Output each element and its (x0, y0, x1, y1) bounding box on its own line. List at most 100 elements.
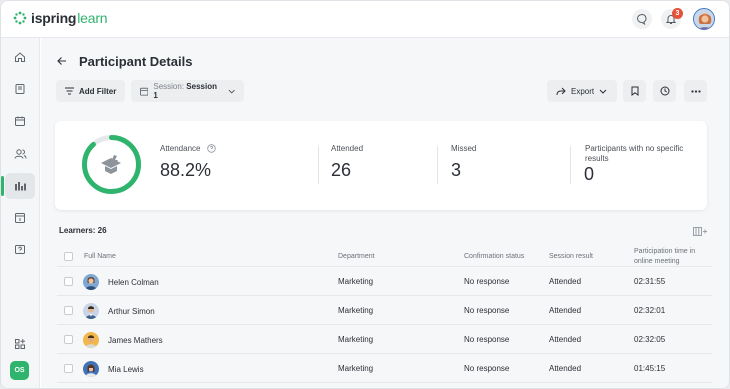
no-results-label-line1: Participants with no specific (585, 144, 684, 153)
sidebar-item-calendar[interactable] (5, 108, 35, 134)
history-button[interactable] (653, 80, 676, 102)
calendar-day-icon (15, 213, 25, 223)
export-button[interactable]: Export (547, 80, 617, 102)
learner-time: 02:32:05 (634, 335, 666, 344)
sidebar-item-reports[interactable] (1, 173, 35, 199)
info-icon[interactable] (207, 144, 216, 153)
chat-button[interactable] (632, 9, 652, 29)
columns-settings-icon[interactable] (693, 227, 707, 236)
row-checkbox[interactable] (64, 306, 73, 315)
top-bar: ispring learn 3 (1, 1, 729, 38)
back-arrow-icon[interactable] (56, 55, 68, 67)
calendar-small-icon (140, 87, 149, 96)
row-divider (57, 295, 712, 296)
row-divider (57, 353, 712, 354)
learner-confirmation: No response (464, 364, 510, 373)
avatar (83, 274, 99, 290)
export-label: Export (571, 86, 595, 96)
learner-name[interactable]: James Mathers (108, 336, 163, 345)
attendance-summary-card: Attendance 88.2% Attended 26 Missed 3 Pa… (55, 121, 707, 210)
more-button[interactable] (684, 80, 707, 102)
learner-result: Attended (549, 364, 582, 373)
help-icon (15, 245, 25, 254)
filter-icon (65, 87, 74, 95)
page-title: Participant Details (79, 54, 193, 69)
no-results-label: Participants with no specific results (585, 144, 683, 164)
home-icon (15, 52, 25, 62)
learner-department: Marketing (338, 335, 374, 344)
sidebar: OS (1, 38, 40, 388)
attendance-donut (82, 135, 141, 194)
divider (318, 146, 319, 184)
attended-label: Attended (331, 144, 364, 153)
bookmark-button[interactable] (623, 80, 646, 102)
column-header-result[interactable]: Session result (549, 252, 593, 262)
avatar (83, 332, 99, 348)
logo-text-part2: learn (77, 10, 108, 26)
attendance-value: 88.2% (160, 160, 212, 180)
learner-department: Marketing (338, 306, 374, 315)
more-horizontal-icon (690, 89, 701, 93)
learner-name[interactable]: Helen Colman (108, 278, 159, 287)
calendar-icon (15, 116, 25, 126)
main-content: Participant Details Add Filter Session: … (41, 38, 729, 388)
app-window: ispring learn 3 OS Participant Details A… (0, 0, 730, 389)
learner-name[interactable]: Mia Lewis (108, 365, 144, 374)
column-header-confirmation[interactable]: Confirmation status (464, 252, 524, 262)
chat-icon (637, 13, 647, 25)
learner-name[interactable]: Arthur Simon (108, 307, 155, 316)
avatar (83, 361, 99, 377)
learner-time: 02:31:55 (634, 277, 666, 286)
row-checkbox[interactable] (64, 277, 73, 286)
apps-add-icon (15, 339, 25, 349)
learner-result: Attended (549, 306, 582, 315)
learner-time: 02:32:01 (634, 306, 666, 315)
column-header-time[interactable]: Participation time in online meeting (634, 247, 695, 267)
learner-result: Attended (549, 335, 582, 344)
sidebar-item-users[interactable] (5, 141, 35, 167)
sidebar-item-events[interactable] (5, 205, 35, 231)
learner-confirmation: No response (464, 306, 510, 315)
session-label: Session: (153, 82, 185, 91)
logo-text: ispring learn (31, 10, 108, 26)
no-results-label-line2: results (585, 154, 609, 163)
column-header-full-name[interactable]: Full Name (84, 252, 116, 262)
user-initials-badge[interactable]: OS (10, 361, 29, 380)
chevron-down-icon (599, 89, 607, 94)
row-divider (57, 324, 712, 325)
row-checkbox[interactable] (64, 335, 73, 344)
learner-department: Marketing (338, 364, 374, 373)
attendance-label: Attendance (160, 144, 216, 153)
logo-text-part1: ispring (31, 10, 77, 26)
learner-result: Attended (549, 277, 582, 286)
avatar (83, 303, 99, 319)
attendance-label-text: Attendance (160, 144, 201, 153)
user-avatar[interactable] (693, 8, 715, 30)
divider (437, 146, 438, 184)
add-filter-button[interactable]: Add Filter (56, 80, 126, 102)
logo[interactable]: ispring learn (13, 10, 108, 26)
logo-mark-icon (13, 11, 27, 25)
user-avatar-image (694, 9, 714, 29)
book-icon (15, 84, 25, 94)
sidebar-item-home[interactable] (5, 44, 35, 70)
column-header-department[interactable]: Department (338, 252, 375, 262)
session-select[interactable]: Session: Session 1 (131, 80, 244, 102)
add-filter-label: Add Filter (79, 86, 117, 96)
column-header-time-line1: Participation time in (634, 248, 696, 255)
learner-confirmation: No response (464, 335, 510, 344)
notification-badge: 3 (672, 8, 683, 19)
users-icon (14, 149, 26, 159)
learner-time: 01:45:15 (634, 364, 666, 373)
header-divider (57, 266, 712, 267)
select-all-checkbox[interactable] (64, 252, 73, 261)
no-results-value: 0 (584, 164, 595, 184)
sidebar-item-apps[interactable] (5, 331, 35, 357)
sidebar-item-courses[interactable] (5, 76, 35, 102)
sidebar-item-help[interactable] (5, 237, 35, 263)
attended-value: 26 (331, 160, 352, 180)
row-divider (57, 382, 712, 383)
clock-icon (660, 86, 669, 96)
missed-value: 3 (451, 160, 462, 180)
row-checkbox[interactable] (64, 364, 73, 373)
